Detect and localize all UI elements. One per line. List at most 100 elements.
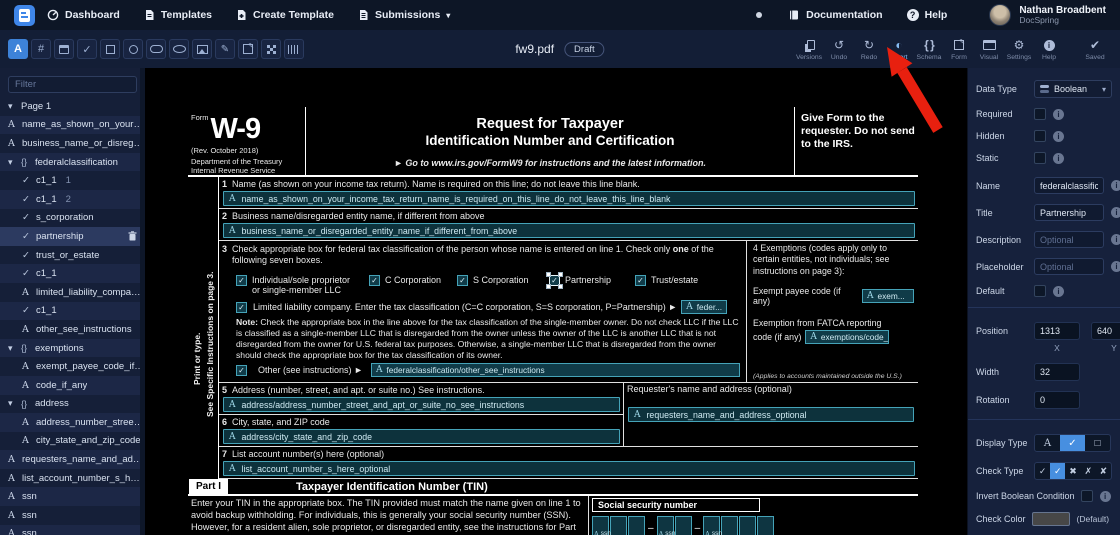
undo-button[interactable]: ↺ Undo <box>824 38 854 61</box>
info-icon[interactable]: i <box>1099 490 1111 502</box>
check-type-bold-x[interactable]: ✘ <box>1096 463 1111 479</box>
nav-documentation[interactable]: Documentation <box>788 9 883 21</box>
tree-item[interactable]: A ssn <box>0 506 145 525</box>
data-type-select[interactable]: Boolean ▾ <box>1034 80 1112 98</box>
ssn-field-group[interactable]: Assn <box>656 516 692 535</box>
field-overlay-city-state-zip[interactable]: Aaddress/city_state_and_zip_code <box>223 429 620 445</box>
hidden-checkbox[interactable] <box>1034 130 1046 142</box>
ssn-field-group[interactable]: Assn <box>592 516 645 535</box>
info-icon[interactable]: i <box>1053 285 1064 297</box>
checkbox-overlay[interactable]: ✓ <box>369 274 380 286</box>
field-overlay-other[interactable]: Afederalclassification/other_see_instruc… <box>370 363 740 378</box>
form-button[interactable]: ✎ Form <box>944 38 974 61</box>
nav-help[interactable]: ? Help <box>906 9 947 21</box>
tree-item[interactable]: A exempt_payee_code_if_any <box>0 357 145 376</box>
info-icon[interactable]: i <box>1111 234 1120 245</box>
width-input[interactable] <box>1034 363 1080 381</box>
qr-code-field-tool[interactable] <box>261 39 281 59</box>
ellipse-field-tool[interactable] <box>169 39 189 59</box>
tree-item[interactable]: A ssn <box>0 487 145 507</box>
check-type-heavy-x[interactable]: ✖ <box>1065 463 1080 479</box>
tree-item[interactable]: ✓ c1_1 2 <box>0 189 145 209</box>
position-y-input[interactable] <box>1091 322 1120 340</box>
delete-icon[interactable] <box>128 231 137 241</box>
help-button[interactable]: i Help <box>1034 38 1064 61</box>
check-type-thin-check[interactable]: ✓ <box>1035 463 1050 479</box>
resize-handle[interactable] <box>558 271 563 277</box>
checkbox-overlay-selected[interactable]: ✓ <box>546 271 563 289</box>
title-input[interactable] <box>1034 204 1104 221</box>
caret-down-icon[interactable]: ▾ <box>8 157 21 168</box>
field-overlay-requester[interactable]: Arequesters_name_and_address_optional <box>628 407 914 423</box>
info-icon[interactable]: i <box>1053 152 1064 164</box>
tree-item-selected-partnership[interactable]: ✓ partnership <box>0 227 145 246</box>
settings-button[interactable]: ⚙ Settings <box>1004 38 1034 61</box>
field-overlay-fatca-code[interactable]: Aexemptions/code_i... <box>805 330 890 345</box>
description-input[interactable] <box>1034 231 1104 248</box>
initials-field-tool[interactable]: ✎ <box>238 39 258 59</box>
tree-item[interactable]: ✓ s_corporation <box>0 209 145 228</box>
field-overlay-address[interactable]: Aaddress/address_number_street_and_apt_o… <box>223 397 620 413</box>
nav-dashboard[interactable]: Dashboard <box>47 9 120 21</box>
filter-input[interactable] <box>8 76 137 93</box>
static-checkbox[interactable] <box>1034 152 1046 164</box>
check-type-x[interactable]: ✗ <box>1081 463 1096 479</box>
tree-item[interactable]: A other_see_instructions <box>0 320 145 339</box>
caret-down-icon[interactable]: ▾ <box>8 398 21 409</box>
resize-handle[interactable] <box>558 283 563 289</box>
image-field-tool[interactable] <box>192 39 212 59</box>
pdf-canvas[interactable]: Print or type. See Specific Instructions… <box>145 68 967 535</box>
tree-item[interactable]: A address_number_street_and_apt... <box>0 413 145 432</box>
display-type-text-option[interactable]: A <box>1035 435 1060 451</box>
display-type-box-option[interactable]: □ <box>1085 435 1110 451</box>
tree-item[interactable]: A business_name_or_disregarded_entit... <box>0 134 145 153</box>
rounded-rect-field-tool[interactable] <box>146 39 166 59</box>
field-overlay-business-name[interactable]: Abusiness_name_or_disregarded_entity_nam… <box>223 223 915 238</box>
field-overlay-account-numbers[interactable]: Alist_account_number_s_here_optional <box>223 461 915 477</box>
tree-group-address[interactable]: ▾ {} address <box>0 395 145 414</box>
info-icon[interactable]: i <box>1053 130 1064 142</box>
tree-item[interactable]: A limited_liability_company_enter_... <box>0 283 145 302</box>
required-checkbox[interactable] <box>1034 108 1046 120</box>
user-info[interactable]: Nathan Broadbent DocSpring <box>1019 5 1106 25</box>
visual-button[interactable]: Visual <box>974 38 1004 61</box>
check-color-swatch[interactable] <box>1031 512 1070 526</box>
tree-item[interactable]: A name_as_shown_on_your_income_ta... <box>0 115 145 135</box>
tree-item[interactable]: ✓ trust_or_estate <box>0 246 145 265</box>
nav-templates[interactable]: Templates <box>144 9 212 21</box>
checkbox-overlay[interactable]: ✓ <box>457 274 468 286</box>
ssn-field-group[interactable]: Assn <box>703 516 775 535</box>
user-avatar[interactable] <box>989 4 1012 26</box>
info-icon[interactable]: i <box>1111 207 1120 218</box>
tree-item[interactable]: ✓ c1_1 1 <box>0 171 145 190</box>
tree-item[interactable]: A list_account_number_s_here_optional <box>0 469 145 488</box>
display-type-check-option-selected[interactable]: ✓ <box>1060 435 1085 451</box>
date-field-tool[interactable] <box>54 39 74 59</box>
default-checkbox[interactable] <box>1034 285 1046 297</box>
docspring-logo[interactable] <box>14 4 35 26</box>
tree-item[interactable]: A code_if_any <box>0 375 145 395</box>
field-overlay-name[interactable]: Aname_as_shown_on_your_income_tax_return… <box>223 191 915 206</box>
redo-button[interactable]: ↻ Redo <box>854 38 884 61</box>
placeholder-input[interactable] <box>1034 258 1104 275</box>
versions-button[interactable]: Versions <box>794 38 824 61</box>
info-icon[interactable]: i <box>1111 261 1120 272</box>
resize-handle[interactable] <box>546 271 551 277</box>
barcode-field-tool[interactable] <box>284 39 304 59</box>
checkbox-field-tool[interactable]: ✓ <box>77 39 97 59</box>
position-x-input[interactable] <box>1034 322 1080 340</box>
tree-item[interactable]: A ssn <box>0 524 145 535</box>
number-field-tool[interactable]: # <box>31 39 51 59</box>
tree-item[interactable]: A city_state_and_zip_code <box>0 432 145 451</box>
tree-group-federalclassification[interactable]: ▾ {} federalclassification <box>0 152 145 172</box>
nav-submissions[interactable]: Submissions ▾ <box>358 9 450 21</box>
tree-item[interactable]: ✓ c1_1 <box>0 301 145 321</box>
nav-create-template[interactable]: Create Template <box>236 9 334 21</box>
resize-handle[interactable] <box>546 283 551 289</box>
tree-group-exemptions[interactable]: ▾ {} exemptions <box>0 338 145 358</box>
field-overlay-exempt-payee[interactable]: Aexem... <box>862 289 914 304</box>
caret-down-icon[interactable]: ▾ <box>8 343 21 354</box>
checkbox-overlay[interactable]: ✓ <box>236 274 247 286</box>
signature-field-tool[interactable]: ✎ <box>215 39 235 59</box>
schema-button[interactable]: { } Schema <box>914 38 944 61</box>
